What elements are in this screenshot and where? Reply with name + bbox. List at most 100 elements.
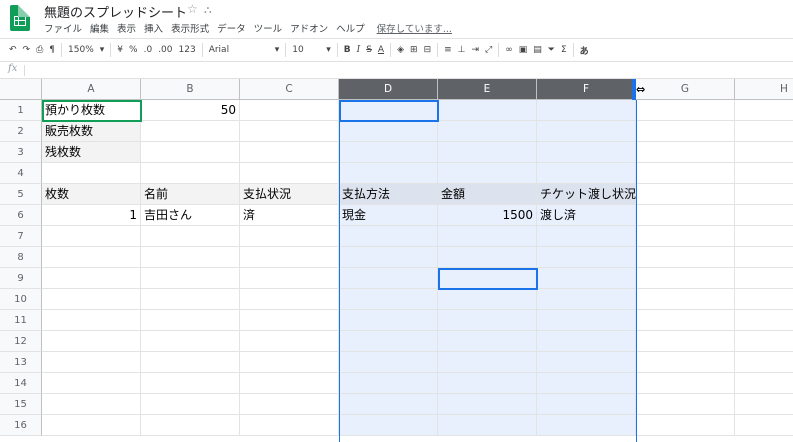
cell-a13[interactable] — [42, 352, 141, 373]
cell-c7[interactable] — [240, 226, 339, 247]
cell-h13[interactable] — [735, 352, 793, 373]
cell-b10[interactable] — [141, 289, 240, 310]
column-header-c[interactable]: C — [240, 79, 339, 100]
more-formats-button[interactable]: 123 — [176, 45, 199, 55]
font-select[interactable]: Arial — [206, 45, 272, 55]
column-header-f[interactable]: F — [537, 79, 636, 100]
cell-e5[interactable]: 金額 — [438, 184, 537, 205]
cell-e1[interactable] — [438, 100, 537, 121]
column-header-h[interactable]: H — [735, 79, 793, 100]
cell-b15[interactable] — [141, 394, 240, 415]
cell-c4[interactable] — [240, 163, 339, 184]
cell-h10[interactable] — [735, 289, 793, 310]
column-header-e[interactable]: E — [438, 79, 537, 100]
cell-c13[interactable] — [240, 352, 339, 373]
filter-icon[interactable]: ⏷ — [545, 45, 558, 55]
cell-d5[interactable]: 支払方法 — [339, 184, 438, 205]
menu-tools[interactable]: ツール — [254, 21, 283, 35]
cell-d2[interactable] — [339, 121, 438, 142]
select-all-corner[interactable] — [0, 79, 42, 100]
text-rotation-icon[interactable]: ⤢ — [482, 45, 495, 55]
menu-data[interactable]: データ — [217, 21, 246, 35]
cell-d3[interactable] — [339, 142, 438, 163]
column-header-g[interactable]: G — [636, 79, 735, 100]
cell-b3[interactable] — [141, 142, 240, 163]
cell-f8[interactable] — [537, 247, 636, 268]
cell-d13[interactable] — [339, 352, 438, 373]
cell-f1[interactable] — [537, 100, 636, 121]
cell-f7[interactable] — [537, 226, 636, 247]
cell-a12[interactable] — [42, 331, 141, 352]
menu-addons[interactable]: アドオン — [290, 21, 328, 35]
cell-a8[interactable] — [42, 247, 141, 268]
row-header-7[interactable]: 7 — [0, 226, 42, 247]
cell-h11[interactable] — [735, 310, 793, 331]
cell-a11[interactable] — [42, 310, 141, 331]
cell-h5[interactable] — [735, 184, 793, 205]
row-header-4[interactable]: 4 — [0, 163, 42, 184]
cell-e14[interactable] — [438, 373, 537, 394]
paint-format-icon[interactable]: ¶ — [46, 45, 58, 55]
cell-d9[interactable] — [339, 268, 438, 289]
cell-b8[interactable] — [141, 247, 240, 268]
cell-f15[interactable] — [537, 394, 636, 415]
cell-f4[interactable] — [537, 163, 636, 184]
cell-b5[interactable]: 名前 — [141, 184, 240, 205]
cell-c12[interactable] — [240, 331, 339, 352]
bold-button[interactable]: B — [341, 45, 354, 55]
cell-c5[interactable]: 支払状況 — [240, 184, 339, 205]
cell-a10[interactable] — [42, 289, 141, 310]
cell-g15[interactable] — [636, 394, 735, 415]
cell-c15[interactable] — [240, 394, 339, 415]
cell-d1[interactable] — [339, 100, 438, 121]
cell-h6[interactable] — [735, 205, 793, 226]
text-color-button[interactable]: A — [375, 45, 387, 55]
cell-h15[interactable] — [735, 394, 793, 415]
chevron-down-icon[interactable]: ▾ — [97, 45, 108, 55]
cell-e12[interactable] — [438, 331, 537, 352]
cell-d12[interactable] — [339, 331, 438, 352]
cell-f5[interactable]: チケット渡し状況 — [537, 184, 636, 205]
menu-file[interactable]: ファイル — [44, 21, 82, 35]
menu-insert[interactable]: 挿入 — [144, 21, 163, 35]
cell-g14[interactable] — [636, 373, 735, 394]
currency-button[interactable]: ¥ — [114, 45, 126, 55]
cell-e2[interactable] — [438, 121, 537, 142]
row-header-8[interactable]: 8 — [0, 247, 42, 268]
cell-a1[interactable]: 預かり枚数 — [42, 100, 141, 121]
cell-g12[interactable] — [636, 331, 735, 352]
cell-a14[interactable] — [42, 373, 141, 394]
percent-button[interactable]: % — [126, 45, 141, 55]
cell-e15[interactable] — [438, 394, 537, 415]
row-header-2[interactable]: 2 — [0, 121, 42, 142]
cell-g1[interactable] — [636, 100, 735, 121]
cell-f16[interactable] — [537, 415, 636, 436]
cell-d14[interactable] — [339, 373, 438, 394]
cell-b9[interactable] — [141, 268, 240, 289]
cell-g7[interactable] — [636, 226, 735, 247]
cell-e8[interactable] — [438, 247, 537, 268]
row-header-6[interactable]: 6 — [0, 205, 42, 226]
cell-d6[interactable]: 現金 — [339, 205, 438, 226]
cell-g2[interactable] — [636, 121, 735, 142]
borders-icon[interactable]: ⊞ — [407, 45, 421, 55]
cell-g4[interactable] — [636, 163, 735, 184]
cell-c1[interactable] — [240, 100, 339, 121]
italic-button[interactable]: I — [354, 45, 364, 55]
cell-c3[interactable] — [240, 142, 339, 163]
insert-chart-icon[interactable]: ▤ — [530, 45, 545, 55]
cell-f2[interactable] — [537, 121, 636, 142]
increase-decimal-button[interactable]: .00 — [155, 45, 175, 55]
cell-g11[interactable] — [636, 310, 735, 331]
column-header-d[interactable]: D — [339, 79, 438, 100]
merge-cells-icon[interactable]: ⊟ — [421, 45, 435, 55]
cell-c16[interactable] — [240, 415, 339, 436]
cell-d11[interactable] — [339, 310, 438, 331]
cell-f6[interactable]: 渡し済 — [537, 205, 636, 226]
row-header-5[interactable]: 5 — [0, 184, 42, 205]
cell-a16[interactable] — [42, 415, 141, 436]
row-header-3[interactable]: 3 — [0, 142, 42, 163]
fill-color-icon[interactable]: ◈ — [394, 45, 407, 55]
cell-e6[interactable]: 1500 — [438, 205, 537, 226]
row-header-14[interactable]: 14 — [0, 373, 42, 394]
